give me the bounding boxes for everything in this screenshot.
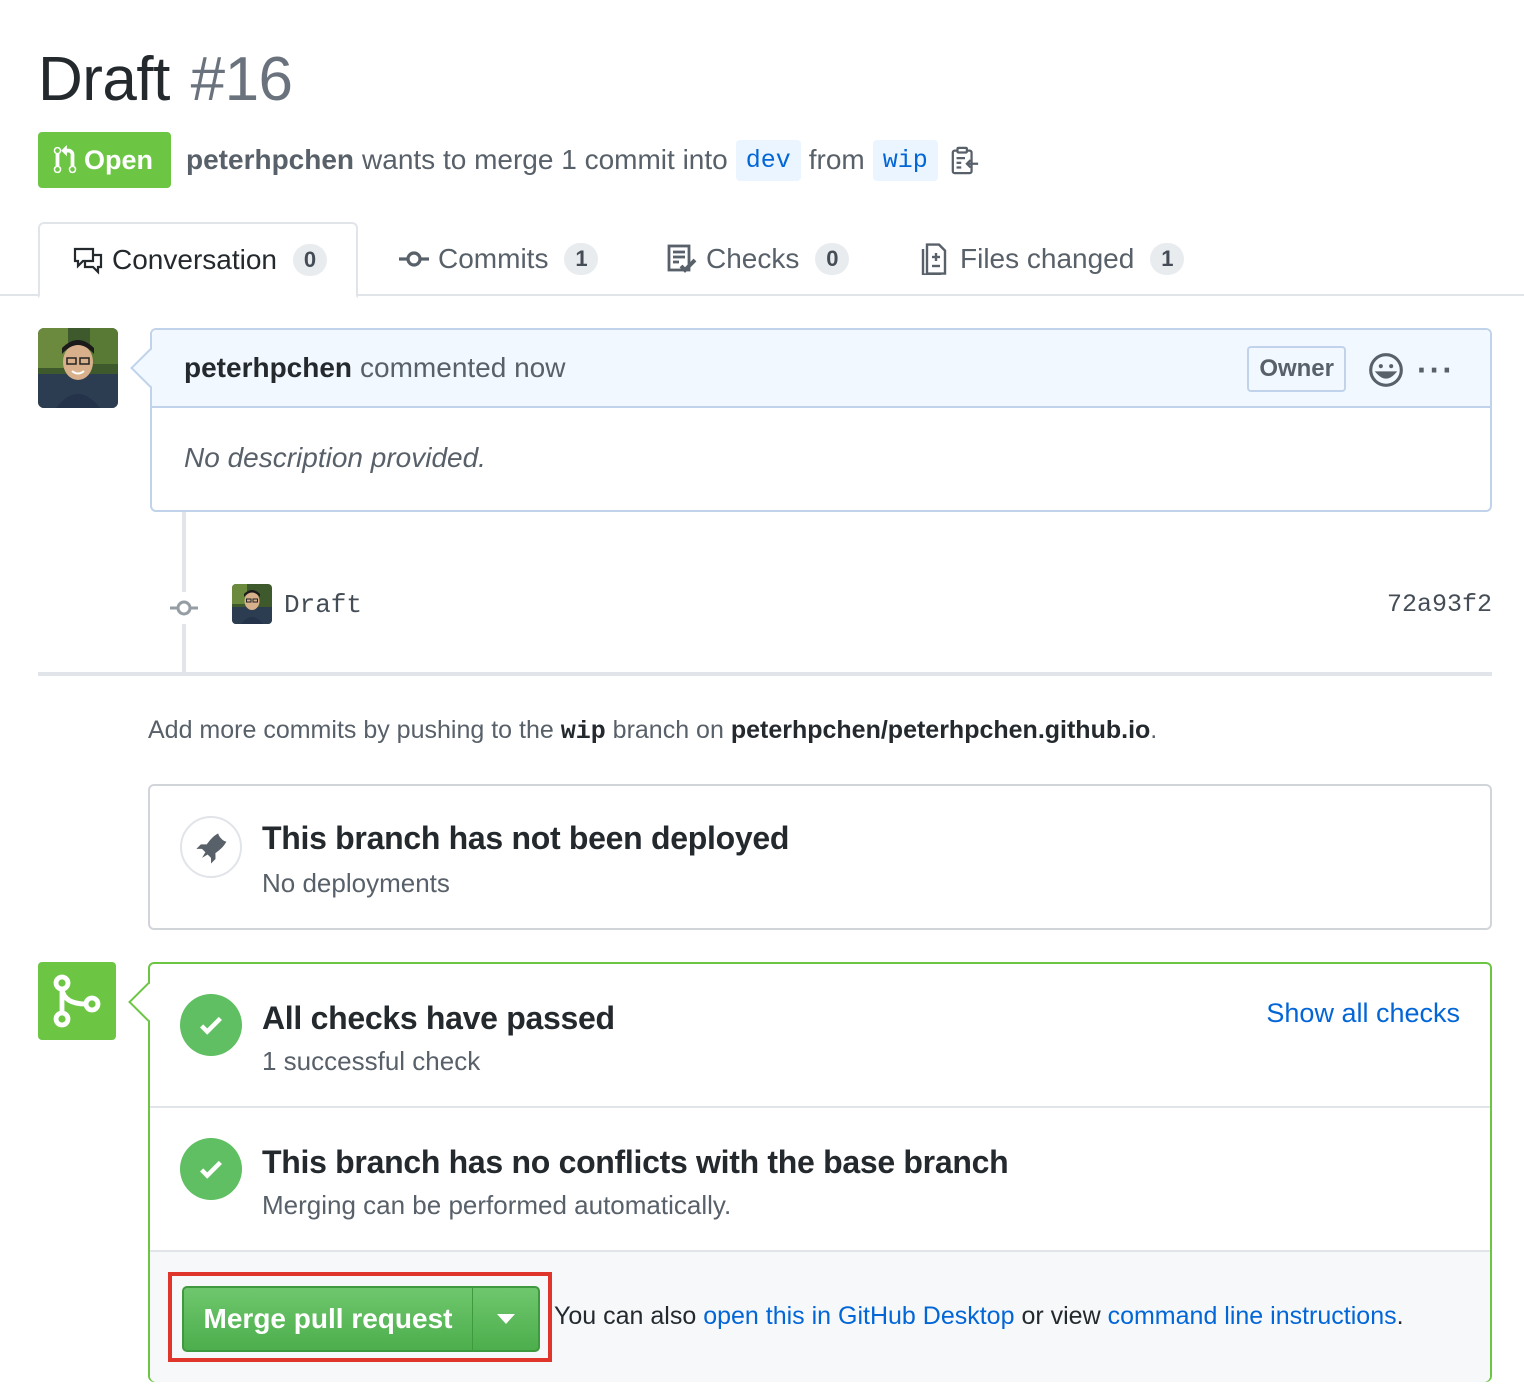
tab-conversation-label: Conversation: [112, 244, 277, 275]
git-pull-request-icon: [53, 145, 77, 174]
tab-checks[interactable]: Checks 0: [666, 222, 850, 296]
pr-from-text: from: [808, 144, 865, 175]
command-line-instructions-link[interactable]: command line instructions: [1108, 1302, 1397, 1330]
pr-merge-text: wants to merge 1 commit into: [362, 144, 728, 175]
pr-tabs: Conversation 0 Commits 1 Checks 0 Files …: [0, 222, 1524, 298]
tab-commits-label: Commits: [438, 243, 549, 274]
checklist-icon: [667, 244, 697, 273]
tab-commits-count: 1: [564, 243, 599, 275]
deploy-subtitle: No deployments: [262, 868, 450, 898]
deployments-box: This branch has not been deployed No dep…: [148, 784, 1492, 930]
base-branch[interactable]: dev: [735, 139, 801, 181]
push-hint-suffix: .: [1150, 716, 1158, 744]
commit-sha-link[interactable]: 72a93f2: [1387, 590, 1492, 619]
show-all-checks-link[interactable]: Show all checks: [1266, 998, 1460, 1029]
push-hint: Add more commits by pushing to the wip b…: [148, 716, 1157, 746]
check-circle-icon: [180, 1138, 242, 1200]
merge-note-prefix: You can also: [554, 1302, 697, 1330]
push-hint-repo: peterhpchen/peterhpchen.github.io: [730, 716, 1151, 744]
smiley-icon[interactable]: [1368, 352, 1404, 388]
tab-conversation-count: 0: [292, 244, 327, 276]
comment-body: No description provided.: [184, 442, 486, 473]
head-branch[interactable]: wip: [872, 139, 938, 181]
merge-box: All checks have passed 1 successful chec…: [128, 962, 1492, 1382]
tab-checks-label: Checks: [706, 243, 800, 274]
merge-note-suffix: .: [1396, 1302, 1404, 1330]
pr-title-text: Draft: [38, 45, 170, 114]
owner-label: Owner: [1247, 346, 1346, 392]
pr-meta: peterhpchen wants to merge 1 commit into…: [186, 136, 980, 184]
push-hint-branch: wip: [560, 717, 606, 746]
tab-commits[interactable]: Commits 1: [398, 222, 599, 296]
rocket-icon: [180, 816, 242, 878]
tab-checks-count: 0: [815, 243, 850, 275]
github-desktop-link[interactable]: open this in GitHub Desktop: [703, 1302, 1014, 1330]
tab-files-changed[interactable]: Files changed 1: [920, 222, 1185, 296]
triangle-down-icon: [496, 1314, 515, 1324]
git-commit-icon: [399, 251, 429, 267]
comment-discussion-icon: [73, 247, 103, 275]
pr-state-badge: Open: [38, 132, 171, 188]
checks-subtitle: 1 successful check: [262, 1046, 481, 1076]
push-hint-middle: branch on: [612, 716, 724, 744]
git-merge-icon: [38, 962, 116, 1040]
merge-pull-request-button[interactable]: Merge pull request: [182, 1286, 474, 1352]
tab-files-changed-label: Files changed: [960, 243, 1135, 274]
merge-footer: Merge pull request You can also open thi…: [150, 1252, 1490, 1382]
conflicts-title: This branch has no conflicts with the ba…: [262, 1144, 1009, 1180]
merge-note-middle: or view: [1021, 1302, 1101, 1330]
kebab-horizontal-icon[interactable]: ···: [1417, 352, 1454, 388]
conflicts-section: This branch has no conflicts with the ba…: [150, 1108, 1490, 1252]
pr-title: Draft #16: [38, 44, 293, 115]
merge-method-dropdown[interactable]: [472, 1286, 540, 1352]
checks-title: All checks have passed: [262, 1000, 615, 1036]
merge-note: You can also open this in GitHub Desktop…: [554, 1302, 1404, 1331]
timeline-divider: [38, 672, 1492, 676]
diff-icon: [921, 243, 947, 275]
clippy-icon[interactable]: [950, 145, 980, 175]
comment-box: peterhpchen commented now Owner ··· No d…: [130, 328, 1492, 512]
commit-avatar[interactable]: [232, 584, 272, 624]
comment-author-link[interactable]: peterhpchen: [184, 352, 352, 384]
checks-section: All checks have passed 1 successful chec…: [150, 964, 1490, 1108]
comment-timestamp[interactable]: commented now: [360, 352, 565, 384]
tab-conversation[interactable]: Conversation 0: [38, 222, 358, 298]
pr-number: #16: [190, 45, 293, 114]
conflicts-subtitle: Merging can be performed automatically.: [262, 1190, 732, 1220]
avatar[interactable]: [38, 328, 118, 408]
push-hint-prefix: Add more commits by pushing to the: [148, 716, 554, 744]
deploy-title: This branch has not been deployed: [262, 820, 790, 856]
tab-files-changed-count: 1: [1150, 243, 1185, 275]
commit-message-link[interactable]: Draft: [284, 590, 362, 620]
check-circle-icon: [180, 994, 242, 1056]
pr-state-label: Open: [84, 144, 154, 175]
git-commit-icon: [168, 592, 200, 624]
pr-author-link[interactable]: peterhpchen: [186, 144, 354, 176]
